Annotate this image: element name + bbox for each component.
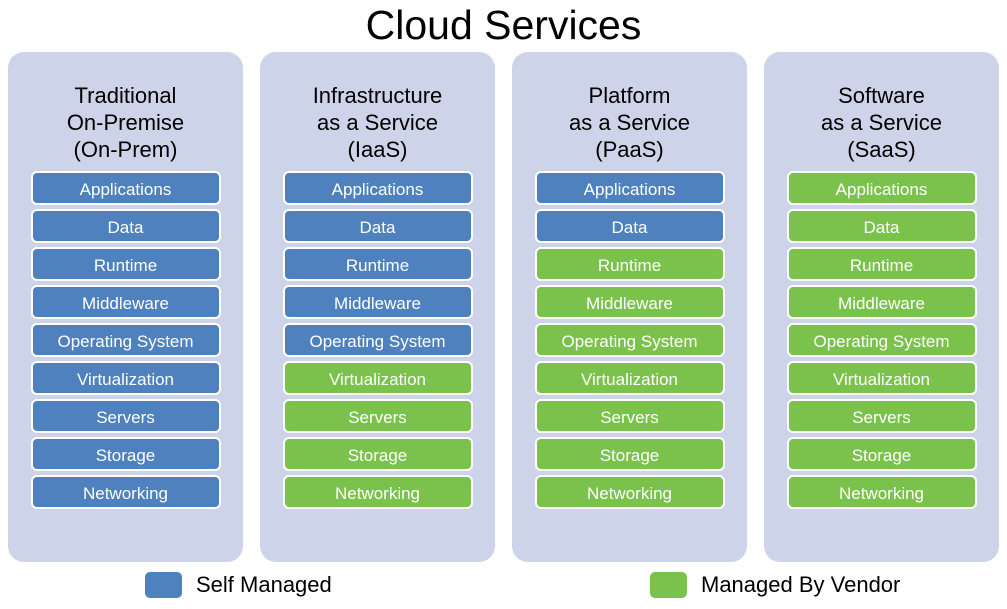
layer-stack-saas: Applications Data Runtime Middleware Operati… — [786, 171, 977, 509]
legend-item-self: Self Managed — [145, 572, 332, 598]
layer-row[interactable]: Applications — [786, 171, 977, 205]
layer-row[interactable]: Middleware — [534, 285, 725, 319]
service-column-on-prem[interactable]: Traditional On-Premise (On-Prem) Applicatio… — [8, 52, 243, 562]
service-column-saas[interactable]: Software as a Service (SaaS) Applications Da… — [764, 52, 999, 562]
layer-row[interactable]: Runtime — [282, 247, 473, 281]
legend-swatch-vendor — [650, 572, 687, 598]
column-header-line-1: Platform — [588, 83, 671, 108]
column-header-line-3: (PaaS) — [595, 137, 664, 162]
layer-row[interactable]: Networking — [786, 475, 977, 509]
column-header-paas: Platform as a Service (PaaS) — [512, 52, 747, 163]
column-header-line-3: (IaaS) — [347, 137, 408, 162]
layer-row[interactable]: Storage — [30, 437, 221, 471]
cloud-services-diagram: Cloud Services Traditional On-Premise (On-… — [0, 0, 1007, 609]
layer-row[interactable]: Middleware — [786, 285, 977, 319]
layer-row[interactable]: Runtime — [786, 247, 977, 281]
layer-row[interactable]: Storage — [786, 437, 977, 471]
column-header-line-3: (On-Prem) — [73, 137, 178, 162]
service-column-iaas[interactable]: Infrastructure as a Service (IaaS) Applicat… — [260, 52, 495, 562]
layer-row[interactable]: Storage — [282, 437, 473, 471]
layer-row[interactable]: Data — [786, 209, 977, 243]
legend-swatch-self — [145, 572, 182, 598]
service-model-columns: Traditional On-Premise (On-Prem) Applicatio… — [8, 52, 999, 562]
layer-row[interactable]: Virtualization — [786, 361, 977, 395]
column-header-line-1: Software — [838, 83, 925, 108]
layer-row[interactable]: Applications — [30, 171, 221, 205]
layer-row[interactable]: Runtime — [534, 247, 725, 281]
column-header-line-2: as a Service — [568, 110, 691, 135]
layer-row[interactable]: Runtime — [30, 247, 221, 281]
layer-row[interactable]: Middleware — [30, 285, 221, 319]
layer-row[interactable]: Applications — [534, 171, 725, 205]
legend-item-vendor: Managed By Vendor — [650, 572, 900, 598]
column-header-line-2: as a Service — [316, 110, 439, 135]
legend-label-self: Self Managed — [196, 572, 332, 597]
layer-row[interactable]: Networking — [282, 475, 473, 509]
column-header-iaas: Infrastructure as a Service (IaaS) — [260, 52, 495, 163]
layer-stack-iaas: Applications Data Runtime Middleware Operati… — [282, 171, 473, 509]
layer-row[interactable]: Virtualization — [534, 361, 725, 395]
layer-stack-on-prem: Applications Data Runtime Middleware Operati… — [30, 171, 221, 509]
layer-row[interactable]: Servers — [786, 399, 977, 433]
layer-row[interactable]: Networking — [534, 475, 725, 509]
layer-row[interactable]: Middleware — [282, 285, 473, 319]
layer-row[interactable]: Virtualization — [30, 361, 221, 395]
column-header-on-prem: Traditional On-Premise (On-Prem) — [8, 52, 243, 163]
layer-row[interactable]: Servers — [282, 399, 473, 433]
column-header-line-1: Infrastructure — [312, 83, 443, 108]
layer-row[interactable]: Virtualization — [282, 361, 473, 395]
legend-label-vendor: Managed By Vendor — [701, 572, 901, 597]
column-header-line-2: On-Premise — [66, 110, 185, 135]
layer-row[interactable]: Operating System — [282, 323, 473, 357]
layer-row[interactable]: Data — [282, 209, 473, 243]
layer-row[interactable]: Operating System — [30, 323, 221, 357]
service-column-paas[interactable]: Platform as a Service (PaaS) Applications Da… — [512, 52, 747, 562]
legend: Self Managed Managed By Vendor — [0, 570, 1007, 609]
column-header-line-3: (SaaS) — [847, 137, 916, 162]
column-header-line-1: Traditional — [74, 83, 177, 108]
layer-stack-paas: Applications Data Runtime Middleware Operati… — [534, 171, 725, 509]
layer-row[interactable]: Servers — [534, 399, 725, 433]
layer-row[interactable]: Data — [534, 209, 725, 243]
layer-row[interactable]: Applications — [282, 171, 473, 205]
column-header-line-2: as a Service — [820, 110, 943, 135]
column-header-saas: Software as a Service (SaaS) — [764, 52, 999, 163]
layer-row[interactable]: Servers — [30, 399, 221, 433]
layer-row[interactable]: Networking — [30, 475, 221, 509]
layer-row[interactable]: Data — [30, 209, 221, 243]
layer-row[interactable]: Operating System — [534, 323, 725, 357]
layer-row[interactable]: Operating System — [786, 323, 977, 357]
page-title: Cloud Services — [365, 2, 642, 48]
layer-row[interactable]: Storage — [534, 437, 725, 471]
